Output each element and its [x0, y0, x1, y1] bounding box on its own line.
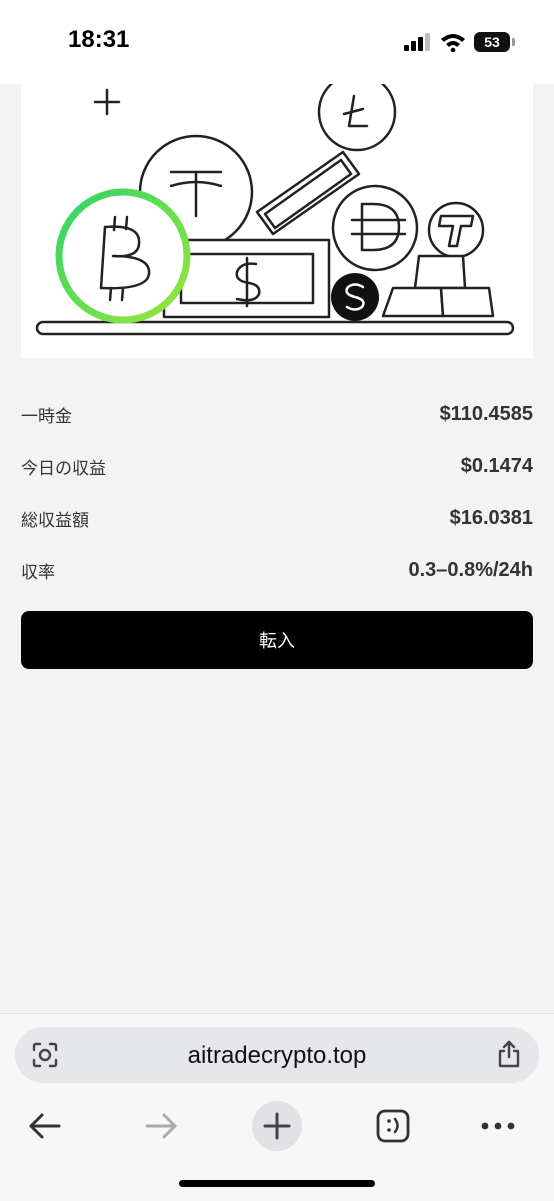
token-t-coin-icon — [427, 201, 485, 259]
more-icon — [481, 1122, 515, 1130]
stat-value: 0.3–0.8%/24h — [408, 558, 533, 581]
address-bar[interactable]: aitradecrypto.top — [15, 1027, 539, 1083]
hero-illustration — [21, 84, 533, 358]
crypto-illustration — [35, 84, 515, 336]
more-button[interactable] — [470, 1098, 526, 1154]
stat-label: 一時金 — [21, 406, 72, 427]
battery-level: 53 — [484, 34, 500, 50]
stat-row-lump-sum: 一時金 $110.4585 — [21, 388, 533, 440]
stat-row-yield-rate: 収率 0.3–0.8%/24h — [21, 544, 533, 596]
gold-bars-stack-icon — [381, 254, 495, 318]
status-time: 18:31 — [68, 26, 130, 53]
stat-label: 収率 — [21, 562, 55, 583]
wifi-icon — [441, 34, 465, 52]
stat-label: 今日の収益 — [21, 458, 106, 479]
status-bar: 18:31 53 — [0, 0, 554, 84]
forward-arrow-icon — [145, 1113, 177, 1139]
bitcoin-coin-icon — [55, 188, 191, 324]
back-button[interactable] — [17, 1098, 73, 1154]
stat-value: $0.1474 — [460, 454, 533, 477]
transfer-in-button[interactable]: 転入 — [21, 611, 533, 669]
new-tab-plus-icon — [252, 1101, 302, 1151]
stat-row-total-earnings: 総収益額 $16.0381 — [21, 492, 533, 544]
new-tab-button[interactable] — [249, 1098, 305, 1154]
forward-button[interactable] — [133, 1098, 189, 1154]
tabs-button[interactable] — [365, 1098, 421, 1154]
litecoin-icon — [317, 84, 397, 152]
stat-label: 総収益額 — [21, 510, 89, 531]
black-dollar-coin-icon — [331, 273, 379, 321]
url-text[interactable]: aitradecrypto.top — [15, 1042, 539, 1070]
browser-toolbar: aitradecrypto.top — [0, 1013, 554, 1201]
battery-icon: 53 — [474, 32, 515, 52]
browser-nav-row — [0, 1098, 554, 1158]
status-icons: 53 — [404, 30, 515, 54]
tabs-icon — [376, 1109, 410, 1143]
dai-coin-icon — [331, 184, 419, 272]
cellular-signal-icon — [404, 33, 430, 51]
back-arrow-icon — [29, 1113, 61, 1139]
earnings-summary: 一時金 $110.4585 今日の収益 $0.1474 総収益額 $16.038… — [21, 388, 533, 596]
shelf — [35, 320, 515, 336]
stat-value: $16.0381 — [449, 506, 533, 529]
stat-row-today-earnings: 今日の収益 $0.1474 — [21, 440, 533, 492]
sparkle-plus-icon — [93, 88, 121, 116]
stat-value: $110.4585 — [439, 402, 533, 425]
home-indicator[interactable] — [179, 1180, 375, 1187]
share-icon[interactable] — [495, 1039, 523, 1069]
